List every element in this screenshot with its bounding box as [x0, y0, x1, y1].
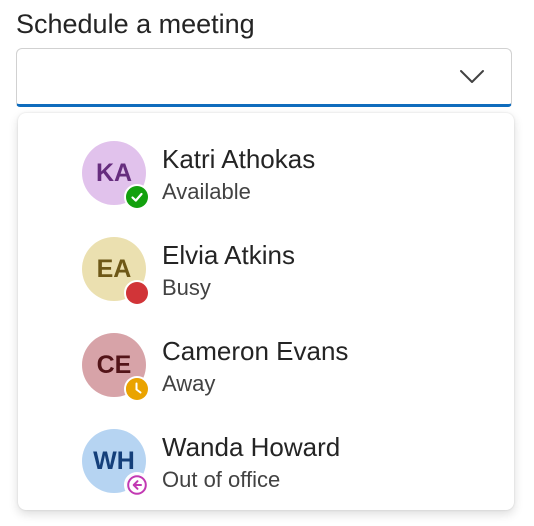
option-status: Out of office — [162, 467, 281, 492]
presence-available-badge — [124, 184, 150, 210]
chevron-down-icon[interactable] — [459, 69, 485, 85]
arrow-left-circle-icon — [126, 474, 148, 496]
avatar-initials: KA — [95, 158, 133, 187]
avatar-initials: EA — [96, 254, 132, 283]
busy-dot-icon — [126, 282, 148, 304]
presence-busy-badge — [124, 280, 150, 306]
combobox-input[interactable] — [29, 57, 453, 99]
attendee-listbox: KA Katri Athokas Available EA Elvia Atki — [18, 113, 514, 510]
presence-out-of-office-badge — [124, 472, 150, 498]
attendee-combobox[interactable] — [16, 48, 512, 107]
presence-away-badge — [124, 376, 150, 402]
avatar-initials: CE — [96, 350, 132, 379]
field-label: Schedule a meeting — [16, 9, 255, 39]
schedule-meeting-combobox-page: Schedule a meeting KA Katri Athokas Avai… — [0, 0, 534, 526]
option-name: Wanda Howard — [162, 432, 341, 462]
option-elvia-atkins[interactable]: EA Elvia Atkins Busy — [18, 217, 514, 313]
option-status: Away — [162, 371, 216, 396]
option-katri-athokas[interactable]: KA Katri Athokas Available — [18, 121, 514, 217]
option-name: Katri Athokas — [162, 144, 316, 174]
avatar-initials: WH — [93, 446, 135, 475]
option-status: Busy — [162, 275, 211, 300]
option-name: Elvia Atkins — [162, 240, 295, 270]
option-wanda-howard[interactable]: WH Wanda Howard Out of office — [18, 409, 514, 505]
option-name: Cameron Evans — [162, 336, 349, 366]
option-cameron-evans[interactable]: CE Cameron Evans Away — [18, 313, 514, 409]
clock-icon — [126, 378, 148, 400]
option-status: Available — [162, 179, 251, 204]
checkmark-icon — [126, 186, 148, 208]
